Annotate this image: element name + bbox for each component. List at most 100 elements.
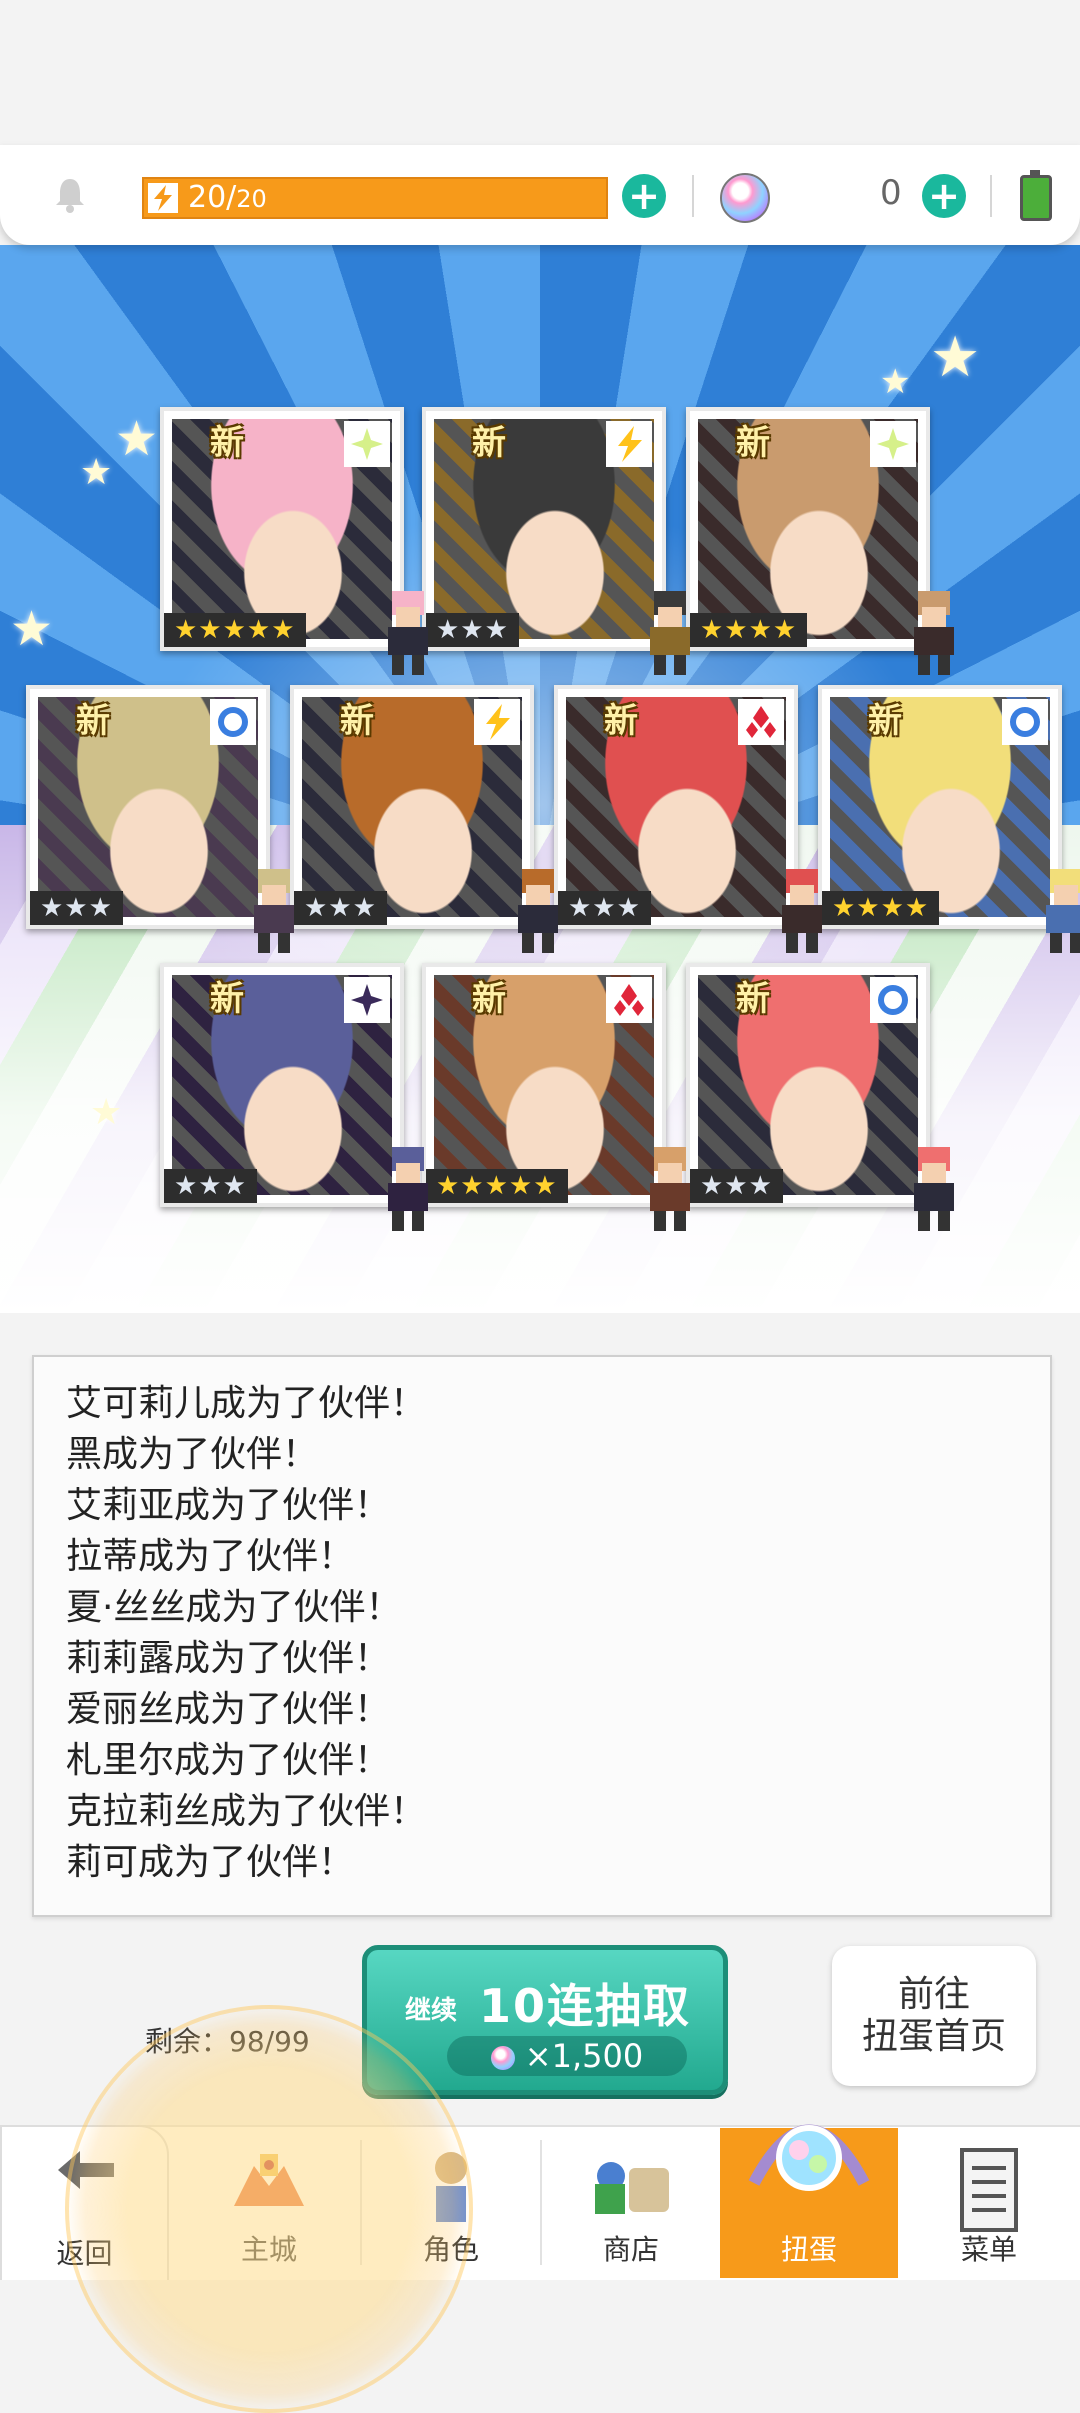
stamina-max: 20 bbox=[236, 185, 267, 213]
log-line: 艾可莉儿成为了伙伴！ bbox=[66, 1383, 427, 1424]
water-element-icon bbox=[210, 699, 256, 745]
water-element-icon bbox=[870, 977, 916, 1023]
new-badge: 新 bbox=[736, 979, 770, 1019]
summon-card[interactable]: 新 ★★★ bbox=[422, 407, 690, 675]
back-label: 返回 bbox=[56, 2237, 113, 2270]
gem-icon bbox=[490, 2046, 515, 2070]
new-badge: 新 bbox=[76, 701, 110, 741]
summon-card[interactable]: 新 ★★★★ bbox=[686, 407, 954, 675]
nav-label: 菜单 bbox=[960, 2233, 1017, 2266]
remaining-count: 剩余：98/99 bbox=[145, 2025, 310, 2058]
continue-label: 继续 bbox=[405, 1996, 458, 2026]
nav-item-shop[interactable]: 商店 bbox=[542, 2128, 720, 2278]
pixel-sprite-icon bbox=[902, 1147, 966, 1231]
log-line: 黑成为了伙伴！ bbox=[66, 1434, 319, 1475]
pixel-sprite-icon bbox=[638, 591, 702, 675]
summon-card[interactable]: 新 ★★★★★ bbox=[160, 407, 428, 675]
summon-card[interactable]: 新 ★★★ bbox=[290, 685, 558, 953]
summon-card[interactable]: 新 ★★★ bbox=[554, 685, 822, 953]
back-arrow-icon bbox=[50, 2145, 120, 2199]
nav-item-town[interactable]: 主城 bbox=[180, 2128, 358, 2278]
new-badge: 新 bbox=[868, 701, 902, 741]
gem-count: 0 bbox=[880, 173, 902, 213]
bottom-gesture-area bbox=[0, 2280, 1080, 2400]
summon-result-scene: ★ ★ ★ ★ ★ ★ 新 ★★★★★ 新 ★★★ 新 ★★★★ 新 ★★★ 新 ★★★ 新 ★★★ 新… bbox=[0, 245, 1080, 1313]
rarity-stars: ★★★ bbox=[558, 891, 651, 925]
fire-element-icon bbox=[738, 699, 784, 745]
summon-card[interactable]: 新 ★★★ bbox=[26, 685, 294, 953]
new-badge: 新 bbox=[472, 979, 506, 1019]
new-badge: 新 bbox=[210, 979, 244, 1019]
back-button[interactable]: 返回 bbox=[0, 2125, 169, 2284]
rarity-stars: ★★★★★ bbox=[164, 613, 306, 647]
summon-card[interactable]: 新 ★★★ bbox=[160, 963, 428, 1231]
nav-item-characters[interactable]: 角色 bbox=[362, 2128, 540, 2278]
rarity-stars: ★★★★ bbox=[690, 613, 808, 647]
water-element-icon bbox=[1002, 699, 1048, 745]
goto-label-line1: 前往 bbox=[897, 1974, 970, 2015]
log-line: 克拉莉丝成为了伙伴！ bbox=[66, 1791, 427, 1832]
new-badge: 新 bbox=[472, 423, 506, 463]
lightning-icon bbox=[148, 183, 178, 213]
divider bbox=[990, 175, 992, 217]
new-badge: 新 bbox=[210, 423, 244, 463]
goto-label-line2: 扭蛋首页 bbox=[861, 2016, 1006, 2057]
add-gem-button[interactable]: + bbox=[922, 174, 966, 218]
log-line: 拉蒂成为了伙伴！ bbox=[66, 1536, 355, 1577]
gem-icon bbox=[720, 173, 770, 223]
pixel-sprite-icon bbox=[376, 591, 440, 675]
sparkle-icon: ★ bbox=[880, 362, 911, 402]
gacha-orb-icon bbox=[744, 2088, 874, 2212]
summon-card[interactable]: 新 ★★★★★ bbox=[422, 963, 690, 1231]
thunder-element-icon bbox=[606, 421, 652, 467]
menu-list-icon bbox=[954, 2146, 1024, 2240]
bell-icon[interactable] bbox=[50, 175, 90, 215]
rarity-stars: ★★★ bbox=[30, 891, 123, 925]
new-badge: 新 bbox=[604, 701, 638, 741]
nav-item-menu[interactable]: 菜单 bbox=[900, 2128, 1078, 2278]
status-bar: 20/20 + 0 + bbox=[0, 145, 1080, 245]
nav-label: 扭蛋 bbox=[780, 2233, 837, 2266]
stamina-current: 20/ bbox=[188, 180, 237, 215]
summon-label: 10连抽取 bbox=[479, 1979, 692, 2033]
nav-item-gacha[interactable]: 扭蛋 bbox=[720, 2124, 898, 2278]
sparkle-icon: ★ bbox=[80, 452, 113, 493]
nav-label: 商店 bbox=[602, 2233, 659, 2266]
new-badge: 新 bbox=[340, 701, 374, 741]
light-element-icon bbox=[870, 421, 916, 467]
rarity-stars: ★★★ bbox=[294, 891, 387, 925]
summon-card[interactable]: 新 ★★★ bbox=[686, 963, 954, 1231]
rarity-stars: ★★★★ bbox=[822, 891, 940, 925]
sparkle-icon: ★ bbox=[115, 411, 159, 467]
summon-10-button[interactable]: 继续 10连抽取 ×1,500 bbox=[362, 1945, 728, 2095]
shop-bag-icon bbox=[581, 2146, 681, 2230]
add-stamina-button[interactable]: + bbox=[622, 174, 666, 218]
sparkle-icon: ★ bbox=[10, 601, 54, 657]
pixel-sprite-icon bbox=[770, 869, 834, 953]
pixel-sprite-icon bbox=[1034, 869, 1080, 953]
new-badge: 新 bbox=[736, 423, 770, 463]
fire-element-icon bbox=[606, 977, 652, 1023]
pixel-sprite-icon bbox=[242, 869, 306, 953]
stamina-value: 20/20 bbox=[188, 181, 267, 216]
pixel-sprite-icon bbox=[902, 591, 966, 675]
rarity-stars: ★★★ bbox=[690, 1169, 783, 1203]
light-element-icon bbox=[344, 421, 390, 467]
thunder-element-icon bbox=[474, 699, 520, 745]
pixel-sprite-icon bbox=[376, 1147, 440, 1231]
rarity-stars: ★★★ bbox=[164, 1169, 257, 1203]
castle-icon bbox=[224, 2146, 314, 2230]
rarity-stars: ★★★★★ bbox=[426, 1169, 568, 1203]
summon-card[interactable]: 新 ★★★★ bbox=[818, 685, 1080, 953]
log-line: 爱丽丝成为了伙伴！ bbox=[66, 1689, 391, 1730]
log-line: 莉莉露成为了伙伴！ bbox=[66, 1638, 391, 1679]
goto-gacha-home-button[interactable]: 前往 扭蛋首页 bbox=[832, 1946, 1036, 2086]
log-line: 札里尔成为了伙伴！ bbox=[66, 1740, 391, 1781]
summon-cost: ×1,500 bbox=[447, 2036, 687, 2076]
pixel-sprite-icon bbox=[506, 869, 570, 953]
dark-element-icon bbox=[344, 977, 390, 1023]
result-log: 艾可莉儿成为了伙伴！ 黑成为了伙伴！ 艾莉亚成为了伙伴！ 拉蒂成为了伙伴！ 夏·… bbox=[32, 1355, 1052, 1917]
log-line: 艾莉亚成为了伙伴！ bbox=[66, 1485, 391, 1526]
log-line: 夏·丝丝成为了伙伴！ bbox=[66, 1587, 402, 1628]
stamina-bar: 20/20 bbox=[142, 177, 608, 219]
